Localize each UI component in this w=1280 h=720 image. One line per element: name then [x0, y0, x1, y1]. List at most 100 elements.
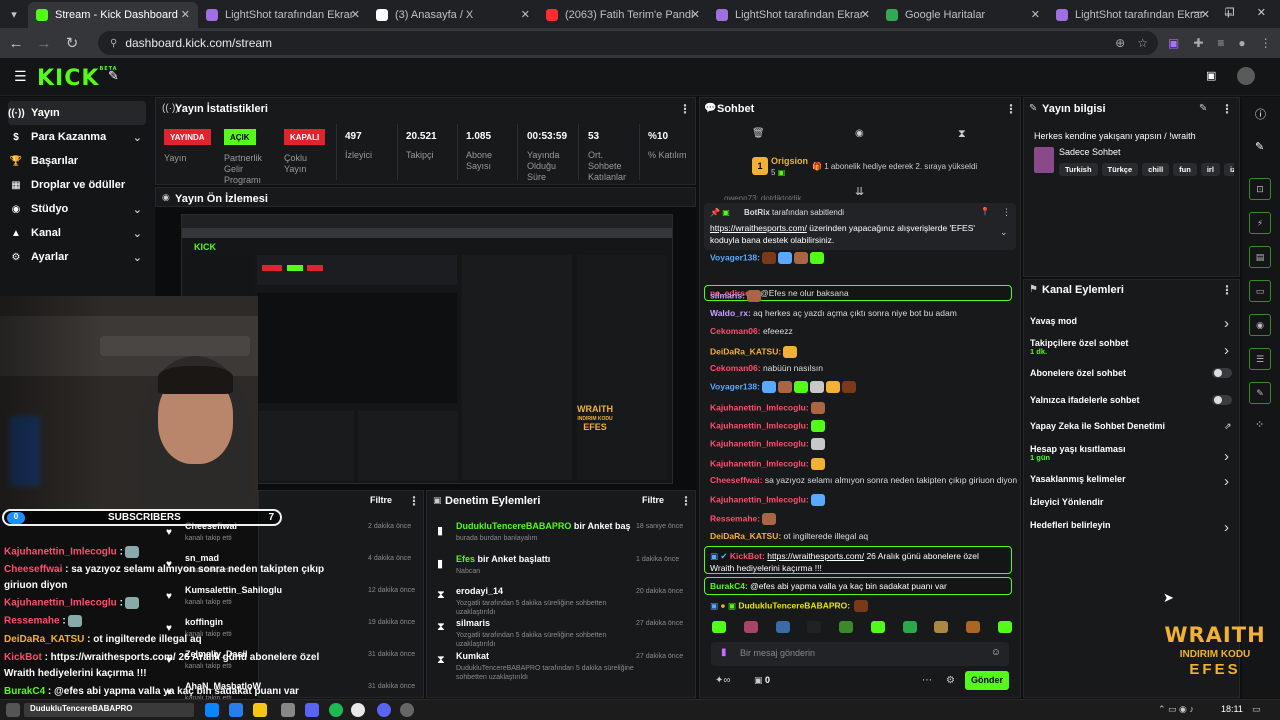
- rail-lightning-icon[interactable]: ⚡: [1249, 212, 1271, 234]
- forward-icon[interactable]: →: [30, 35, 58, 52]
- sidebar-item-trophy[interactable]: 🏆 Başarılar: [8, 149, 146, 173]
- pinned-menu-icon[interactable]: ⋮: [1002, 207, 1011, 218]
- chevron-right-icon[interactable]: ›: [1224, 342, 1229, 359]
- browser-tab[interactable]: (3) Anasayfa / X ✕: [368, 2, 538, 28]
- chat-input-mic-icon[interactable]: ▮: [721, 647, 727, 658]
- extension-twitch-icon[interactable]: ▣: [1168, 36, 1179, 50]
- start-icon[interactable]: [6, 703, 20, 717]
- user-avatar[interactable]: [1237, 67, 1255, 85]
- channel-points-icon[interactable]: ✦∞: [715, 675, 731, 686]
- taskbar-spotify-icon[interactable]: [329, 703, 343, 717]
- bookmark-star-icon[interactable]: ☆: [1137, 36, 1148, 50]
- browser-tab[interactable]: Stream - Kick Dashboard ✕: [28, 2, 198, 28]
- stream-tag[interactable]: chill: [1142, 163, 1170, 176]
- taskbar-app-icon[interactable]: [281, 703, 295, 717]
- studio-toggle-icon[interactable]: ▣: [1206, 69, 1216, 82]
- browser-tab[interactable]: LightShot tarafından Ekran Gö✕: [708, 2, 878, 28]
- stream-tag[interactable]: Turkish: [1059, 163, 1098, 176]
- channel-actions-menu-icon[interactable]: ⋮: [1221, 283, 1233, 297]
- chat-settings-icon[interactable]: ⚙: [946, 675, 955, 686]
- reload-icon[interactable]: ↻: [58, 34, 86, 52]
- emote-icon[interactable]: [870, 621, 885, 633]
- rail-focus-icon[interactable]: ⊡: [1249, 178, 1271, 200]
- clock[interactable]: 18:11: [1221, 704, 1243, 714]
- pinned-expand-icon[interactable]: ⌄: [1000, 227, 1008, 238]
- chevron-right-icon[interactable]: ›: [1224, 448, 1229, 465]
- sidebar-item-channel[interactable]: ▲ Kanal ⌄: [8, 221, 146, 245]
- emote-icon[interactable]: [997, 621, 1012, 633]
- tray-icons[interactable]: ⌃ ▭ ◉ ♪: [1158, 704, 1194, 715]
- site-info-icon[interactable]: ⚲: [110, 38, 117, 49]
- send-button[interactable]: Gönder: [965, 671, 1009, 690]
- stream-tag[interactable]: irl: [1200, 163, 1220, 176]
- browser-menu-icon[interactable]: ⋮: [1260, 36, 1272, 50]
- info-icon[interactable]: ⓘ: [1255, 106, 1266, 122]
- stream-tag[interactable]: fun: [1173, 163, 1197, 176]
- sidebar-item-money[interactable]: $ Para Kazanma ⌄: [8, 125, 146, 149]
- emote-icon[interactable]: [966, 621, 981, 633]
- chevron-down-icon[interactable]: ⌄: [133, 227, 142, 240]
- tools-icon[interactable]: ✎: [108, 68, 119, 84]
- browser-tab[interactable]: Google Haritalar ✕: [878, 2, 1048, 28]
- emote-icon[interactable]: [743, 621, 758, 633]
- stats-menu-icon[interactable]: ⋮: [679, 102, 691, 116]
- back-icon[interactable]: ←: [2, 35, 30, 52]
- chevron-down-icon[interactable]: ⌄: [133, 131, 142, 144]
- tab-close-icon[interactable]: ✕: [181, 8, 190, 21]
- emote-icon[interactable]: [807, 621, 822, 633]
- rail-edit-icon[interactable]: ✎: [1255, 140, 1264, 153]
- rail-file-icon[interactable]: ▤: [1249, 246, 1271, 268]
- rail-more-icon[interactable]: ⁘: [1255, 418, 1264, 431]
- rail-tools-icon[interactable]: ✎: [1249, 382, 1271, 404]
- stream-tag[interactable]: izm: [1223, 163, 1234, 176]
- chat-trash-icon[interactable]: 🗑: [752, 128, 765, 139]
- points-counter[interactable]: ▣ 0: [754, 675, 770, 686]
- followers-filter-button[interactable]: Filtre: [370, 495, 392, 505]
- taskbar-mail-icon[interactable]: [229, 703, 243, 717]
- moderation-filter-button[interactable]: Filtre: [642, 495, 664, 505]
- chat-timer-icon[interactable]: ⧗: [958, 128, 966, 141]
- taskbar-discord-icon[interactable]: [305, 703, 319, 717]
- toggle-switch[interactable]: [1212, 395, 1232, 405]
- close-window-button[interactable]: ✕: [1257, 6, 1266, 19]
- edit-stream-info-icon[interactable]: ✎: [1199, 103, 1207, 114]
- chevron-right-icon[interactable]: ›: [1224, 519, 1229, 536]
- tab-close-icon[interactable]: ✕: [691, 8, 700, 21]
- stream-info-menu-icon[interactable]: ⋮: [1221, 102, 1233, 116]
- external-link-icon[interactable]: ⇗: [1224, 421, 1232, 432]
- taskbar-obs-icon[interactable]: [400, 703, 414, 717]
- emote-icon[interactable]: [934, 621, 949, 633]
- taskbar-edge-icon[interactable]: [205, 703, 219, 717]
- sidebar-item-settings[interactable]: ⚙ Ayarlar ⌄: [8, 245, 146, 269]
- taskbar-explorer-icon[interactable]: [253, 703, 267, 717]
- chevron-down-icon[interactable]: ⌄: [133, 251, 142, 264]
- kick-logo[interactable]: KICKBETA: [37, 66, 118, 91]
- tab-close-icon[interactable]: ✕: [521, 8, 530, 21]
- sidebar-item-studio[interactable]: ◉ Stüdyo ⌄: [8, 197, 146, 221]
- extensions-puzzle-icon[interactable]: ✚: [1193, 36, 1203, 50]
- chat-collapse-icon[interactable]: ⇊: [855, 185, 864, 198]
- rail-list-icon[interactable]: ☰: [1249, 348, 1271, 370]
- rail-broadcast-icon[interactable]: ◉: [1249, 314, 1271, 336]
- url-field[interactable]: ⚲ dashboard.kick.com/stream ⊕ ☆: [98, 31, 1158, 55]
- chevron-right-icon[interactable]: ›: [1224, 473, 1229, 490]
- taskbar-active-window[interactable]: DudukluTencereBABAPRO: [24, 703, 194, 717]
- hamburger-menu-icon[interactable]: ☰: [14, 68, 27, 85]
- unpin-icon[interactable]: 📍: [980, 207, 990, 216]
- moderation-menu-icon[interactable]: ⋮: [680, 494, 692, 508]
- minimize-button[interactable]: —: [1192, 6, 1203, 19]
- stream-tag[interactable]: Türkçe: [1101, 163, 1139, 176]
- notifications-icon[interactable]: ▭: [1252, 704, 1261, 715]
- taskbar-discord2-icon[interactable]: [377, 703, 391, 717]
- tab-close-icon[interactable]: ✕: [1031, 8, 1040, 21]
- chat-menu-icon[interactable]: ⋮: [1005, 102, 1017, 116]
- media-icon[interactable]: ≡: [1217, 36, 1224, 50]
- chevron-down-icon[interactable]: ⌄: [133, 203, 142, 216]
- emote-icon[interactable]: [712, 621, 726, 633]
- sidebar-item-broadcast[interactable]: ((·)) Yayın: [8, 101, 146, 125]
- browser-tab[interactable]: LightShot tarafından Ekran Gö✕: [198, 2, 368, 28]
- followers-menu-icon[interactable]: ⋮: [408, 494, 420, 508]
- toggle-switch[interactable]: [1212, 368, 1232, 378]
- emote-icon[interactable]: [775, 621, 790, 633]
- tab-close-icon[interactable]: ✕: [861, 8, 870, 21]
